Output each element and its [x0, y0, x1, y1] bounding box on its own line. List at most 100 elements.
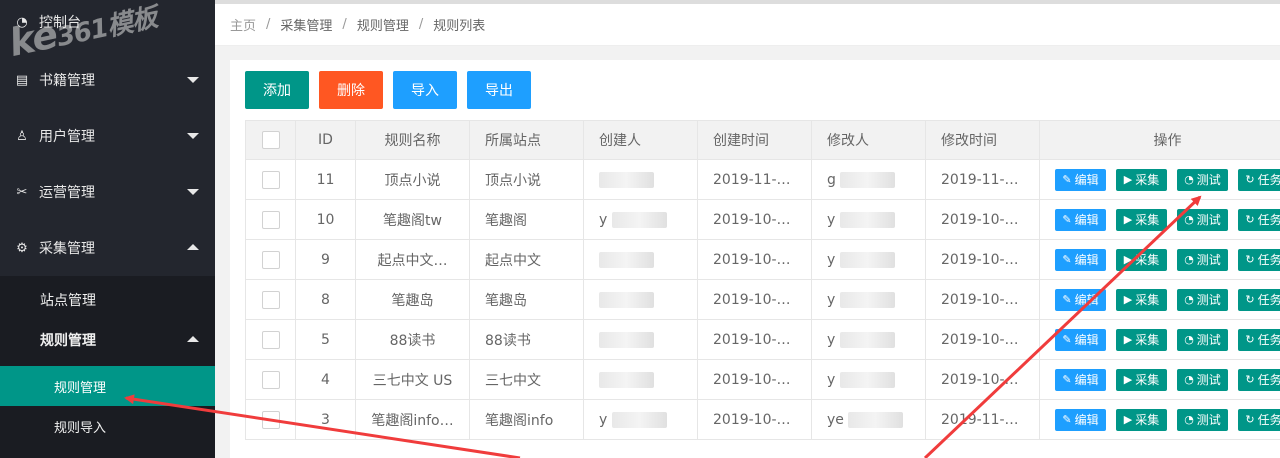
- edit-button[interactable]: ✎ 编辑: [1055, 248, 1106, 271]
- collect-button[interactable]: ▶ 采集: [1116, 168, 1167, 191]
- task-button[interactable]: ↻ 任务: [1238, 288, 1280, 311]
- cell-site: 笔趣阁: [469, 199, 584, 240]
- play-icon: ▶: [1123, 293, 1133, 306]
- task-button[interactable]: ↻ 任务: [1238, 168, 1280, 191]
- header-modified[interactable]: 修改时间: [925, 120, 1040, 160]
- edit-button[interactable]: ✎ 编辑: [1055, 408, 1106, 431]
- export-button[interactable]: 导出: [467, 71, 531, 109]
- redacted-mask: [599, 251, 654, 268]
- task-button[interactable]: ↻ 任务: [1238, 368, 1280, 391]
- cell-site: 笔趣阁info: [469, 399, 584, 440]
- header-ops: 操作: [1039, 120, 1280, 160]
- header-created[interactable]: 创建时间: [697, 120, 812, 160]
- refresh-icon: ↻: [1245, 253, 1255, 266]
- pencil-icon: ✎: [1062, 173, 1072, 186]
- task-button[interactable]: ↻ 任务: [1238, 328, 1280, 351]
- user-icon: ♙: [16, 128, 28, 144]
- collect-button[interactable]: ▶ 采集: [1116, 328, 1167, 351]
- cell-id: 10: [295, 199, 356, 240]
- chevron-down-icon: [187, 77, 199, 83]
- test-label: 测试: [1196, 333, 1221, 347]
- test-button[interactable]: ◔ 测试: [1177, 328, 1228, 351]
- ops-group: ✎ 编辑 ▶ 采集 ◔ 测试 ↻ 任务: [1041, 361, 1280, 399]
- cell-creator: [583, 239, 698, 280]
- cell-ops: ✎ 编辑 ▶ 采集 ◔ 测试 ↻ 任务: [1039, 399, 1280, 440]
- collect-label: 采集: [1135, 213, 1160, 227]
- test-button[interactable]: ◔ 测试: [1177, 288, 1228, 311]
- collect-button[interactable]: ▶ 采集: [1116, 408, 1167, 431]
- sidebar-item-rule-manage-group[interactable]: 规则管理: [0, 320, 215, 360]
- edit-button[interactable]: ✎ 编辑: [1055, 208, 1106, 231]
- row-checkbox[interactable]: [261, 330, 280, 349]
- test-label: 测试: [1196, 173, 1221, 187]
- test-label: 测试: [1196, 373, 1221, 387]
- cell-site: 起点中文: [469, 239, 584, 280]
- task-button[interactable]: ↻ 任务: [1238, 408, 1280, 431]
- edit-button[interactable]: ✎ 编辑: [1055, 288, 1106, 311]
- collect-label: 采集: [1135, 173, 1160, 187]
- sidebar-item-books[interactable]: ▤ 书籍管理: [0, 52, 215, 108]
- modifier-text: y: [827, 251, 836, 268]
- header-site[interactable]: 所属站点: [469, 120, 584, 160]
- cell-modifier: y: [811, 279, 926, 320]
- table-row: 10 笔趣阁tw 笔趣阁 y 2019-10-2… y 2019-10-3… ✎ 编辑 ▶ 采集…: [245, 199, 1280, 240]
- row-checkbox[interactable]: [261, 170, 280, 189]
- task-button[interactable]: ↻ 任务: [1238, 208, 1280, 231]
- delete-button[interactable]: 删除: [319, 71, 383, 109]
- sidebar-item-site-manage[interactable]: 站点管理: [0, 280, 215, 320]
- sidebar-item-operations[interactable]: ✂ 运营管理: [0, 164, 215, 220]
- table-row: 3 笔趣阁info… 笔趣阁info y 2019-10-1… ye 2019-11-0…: [245, 399, 1280, 440]
- header-creator[interactable]: 创建人: [583, 120, 698, 160]
- test-button[interactable]: ◔ 测试: [1177, 208, 1228, 231]
- header-modifier[interactable]: 修改人: [811, 120, 926, 160]
- row-checkbox[interactable]: [261, 250, 280, 269]
- cell-modifier: g: [811, 159, 926, 200]
- pencil-icon: ✎: [1062, 293, 1072, 306]
- edit-label: 编辑: [1074, 293, 1099, 307]
- edit-button[interactable]: ✎ 编辑: [1055, 328, 1106, 351]
- row-select-cell: [245, 199, 296, 240]
- modifier-text: ye: [827, 411, 844, 428]
- test-button[interactable]: ◔ 测试: [1177, 368, 1228, 391]
- breadcrumb-collect[interactable]: 采集管理: [280, 15, 332, 34]
- redacted-mask: [599, 291, 654, 308]
- row-checkbox[interactable]: [261, 410, 280, 429]
- cell-ops: ✎ 编辑 ▶ 采集 ◔ 测试 ↻ 任务: [1039, 319, 1280, 360]
- cell-id: 5: [295, 319, 356, 360]
- sidebar-item-rule-manage[interactable]: 规则管理: [0, 366, 215, 406]
- import-button[interactable]: 导入: [393, 71, 457, 109]
- select-all-checkbox[interactable]: [261, 131, 280, 149]
- row-select-cell: [245, 399, 296, 440]
- collect-button[interactable]: ▶ 采集: [1116, 368, 1167, 391]
- add-button[interactable]: 添加: [245, 71, 309, 109]
- collect-button[interactable]: ▶ 采集: [1116, 288, 1167, 311]
- sidebar-item-rule-import[interactable]: 规则导入: [0, 406, 215, 446]
- task-label: 任务: [1257, 293, 1280, 307]
- row-select-cell: [245, 279, 296, 320]
- sidebar-item-dashboard[interactable]: ◔ 控制台: [0, 0, 215, 44]
- refresh-icon: ↻: [1245, 373, 1255, 386]
- sidebar-item-collect[interactable]: ⚙ 采集管理: [0, 220, 215, 276]
- cell-ops: ✎ 编辑 ▶ 采集 ◔ 测试 ↻ 任务: [1039, 279, 1280, 320]
- breadcrumb-rule[interactable]: 规则管理: [357, 15, 409, 34]
- gauge-icon: ◔: [1184, 253, 1194, 266]
- header-id[interactable]: ID: [295, 120, 356, 160]
- test-button[interactable]: ◔ 测试: [1177, 248, 1228, 271]
- breadcrumb-home[interactable]: 主页: [230, 15, 256, 34]
- row-checkbox[interactable]: [261, 290, 280, 309]
- edit-button[interactable]: ✎ 编辑: [1055, 368, 1106, 391]
- test-button[interactable]: ◔ 测试: [1177, 408, 1228, 431]
- edit-button[interactable]: ✎ 编辑: [1055, 168, 1106, 191]
- collect-button[interactable]: ▶ 采集: [1116, 208, 1167, 231]
- cell-name: 起点中文…: [355, 239, 470, 280]
- header-name[interactable]: 规则名称: [355, 120, 470, 160]
- collect-button[interactable]: ▶ 采集: [1116, 248, 1167, 271]
- row-checkbox[interactable]: [261, 370, 280, 389]
- task-button[interactable]: ↻ 任务: [1238, 248, 1280, 271]
- test-button[interactable]: ◔ 测试: [1177, 168, 1228, 191]
- cell-ops: ✎ 编辑 ▶ 采集 ◔ 测试 ↻ 任务: [1039, 159, 1280, 200]
- task-label: 任务: [1257, 173, 1280, 187]
- row-checkbox[interactable]: [261, 210, 280, 229]
- ops-group: ✎ 编辑 ▶ 采集 ◔ 测试 ↻ 任务: [1041, 161, 1280, 199]
- sidebar-item-users[interactable]: ♙ 用户管理: [0, 108, 215, 164]
